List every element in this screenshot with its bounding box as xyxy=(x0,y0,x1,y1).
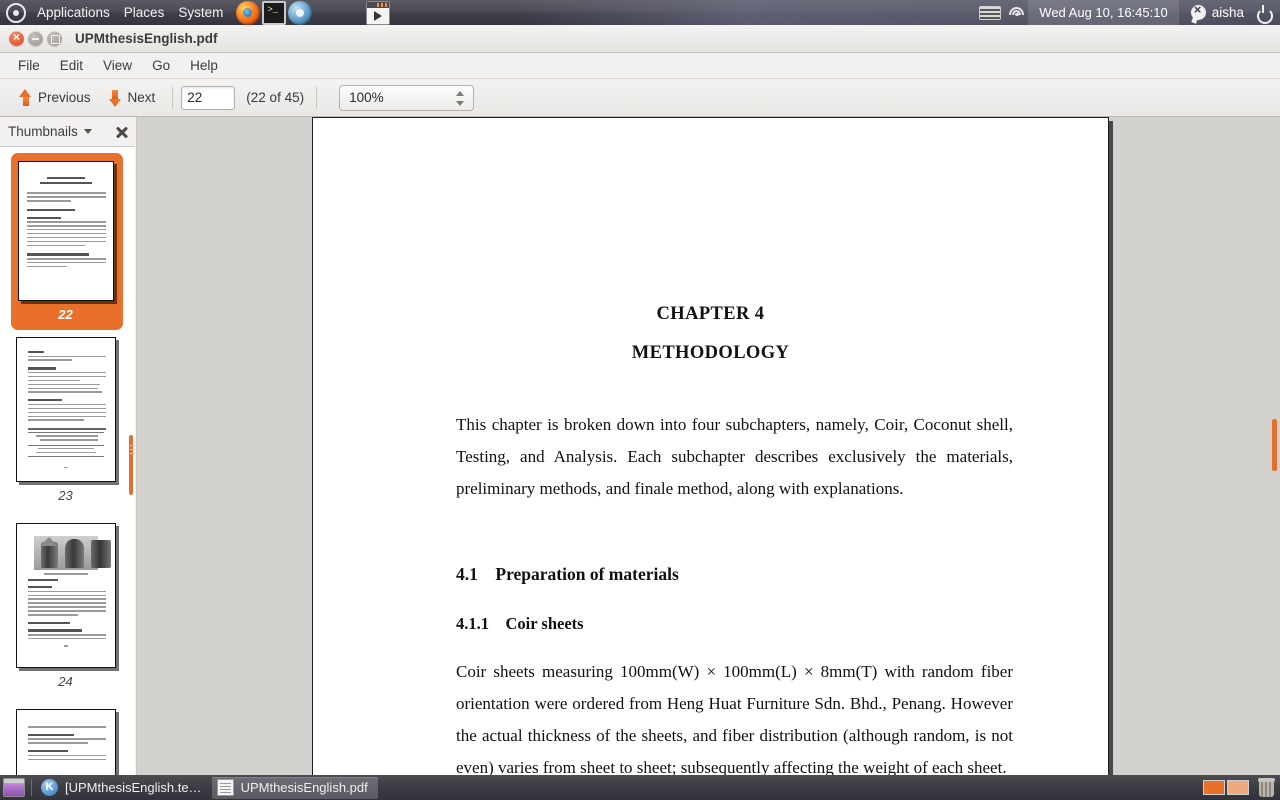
intro-paragraph: This chapter is broken down into four su… xyxy=(456,415,1013,498)
toolbar-separator-2 xyxy=(316,86,318,109)
show-desktop-icon[interactable] xyxy=(3,778,25,797)
chromium-icon[interactable] xyxy=(288,0,313,25)
window-title: UPMthesisEnglish.pdf xyxy=(75,31,218,46)
minimize-window-button[interactable] xyxy=(28,31,43,46)
panel-user-menu[interactable]: aisha xyxy=(1179,2,1252,20)
terminal-icon[interactable] xyxy=(262,0,287,25)
taskbar-item-pdf[interactable]: UPMthesisEnglish.pdf xyxy=(211,776,378,799)
previous-page-label: Previous xyxy=(38,90,91,105)
menu-go[interactable]: Go xyxy=(142,55,180,76)
sidebar-header: Thumbnails xyxy=(0,117,136,146)
menu-view[interactable]: View xyxy=(93,55,142,76)
media-app-icon[interactable] xyxy=(366,0,391,25)
workspace-1[interactable] xyxy=(1203,780,1225,795)
zoom-value-label: 100% xyxy=(349,90,384,105)
thumbnail-page-23[interactable]: 23 xyxy=(0,337,131,503)
power-icon[interactable] xyxy=(1256,4,1273,24)
document-scrollbar[interactable] xyxy=(1272,419,1277,471)
panel-menu-applications[interactable]: Applications xyxy=(30,0,117,25)
thumbnail-page-label: 22 xyxy=(58,307,73,322)
taskbar-separator xyxy=(31,779,32,796)
thumbnail-page-24[interactable]: 24 xyxy=(0,523,131,689)
keyboard-indicator-icon[interactable] xyxy=(979,5,1002,20)
panel-username: aisha xyxy=(1211,5,1244,20)
thumbnail-page-label: 23 xyxy=(58,488,73,503)
toolbar-separator-1 xyxy=(172,86,174,109)
pdf-page-22[interactable]: CHAPTER 4 METHODOLOGY This chapter is br… xyxy=(312,117,1109,775)
taskbar-item-kate[interactable]: [UPMthesisEnglish.te… xyxy=(36,777,212,799)
firefox-icon[interactable] xyxy=(236,0,261,25)
chapter-title: CHAPTER 4 xyxy=(656,304,765,324)
thumbnail-page-label: 24 xyxy=(58,674,73,689)
thumbnail-page-22[interactable]: 22 xyxy=(0,153,131,330)
messaging-icon xyxy=(1190,2,1206,20)
menu-edit[interactable]: Edit xyxy=(50,55,93,76)
workspace-switcher[interactable] xyxy=(1203,780,1249,795)
next-page-button[interactable]: Next xyxy=(100,85,165,111)
kate-icon xyxy=(41,779,58,796)
pdf-viewer-window: UPMthesisEnglish.pdf File Edit View Go H… xyxy=(0,25,1280,775)
next-page-label: Next xyxy=(127,90,156,105)
close-window-button[interactable] xyxy=(9,29,24,46)
thumbnails-sidebar: Thumbnails 22 23 24 xyxy=(0,117,137,775)
menu-file[interactable]: File xyxy=(8,55,50,76)
wifi-icon[interactable] xyxy=(1008,5,1025,20)
maximize-window-button[interactable] xyxy=(47,31,62,46)
sidebar-scrollbar[interactable] xyxy=(129,435,133,495)
ubuntu-logo-icon[interactable] xyxy=(6,2,26,23)
window-body: Thumbnails 22 23 24 CHAPTER 4 METHODOLOG… xyxy=(0,117,1280,775)
panel-clock[interactable]: Wed Aug 10, 16:45:10 xyxy=(1028,0,1179,25)
zoom-spinner-icon[interactable] xyxy=(456,89,465,109)
taskbar-item-label: UPMthesisEnglish.pdf xyxy=(240,780,368,795)
panel-menu-system[interactable]: System xyxy=(171,0,230,25)
page-count-label: (22 of 45) xyxy=(246,90,305,105)
toolbar: Previous Next (22 of 45) 100% xyxy=(0,79,1280,117)
previous-page-button[interactable]: Previous xyxy=(10,85,100,111)
pdf-page-content: CHAPTER 4 METHODOLOGY This chapter is br… xyxy=(313,304,1108,775)
sidebar-title: Thumbnails xyxy=(8,124,78,139)
section-heading-4-1: 4.1 Preparation of materials xyxy=(456,564,679,584)
trash-icon[interactable] xyxy=(1258,778,1275,797)
menubar: File Edit View Go Help xyxy=(0,53,1280,79)
zoom-select[interactable]: 100% xyxy=(339,84,475,111)
subsection-paragraph: Coir sheets measuring 100mm(W) × 100mm(L… xyxy=(456,662,1013,775)
close-sidebar-icon[interactable] xyxy=(114,124,130,140)
subsection-heading-4-1-1: 4.1.1 Coir sheets xyxy=(456,614,584,633)
document-view[interactable]: CHAPTER 4 METHODOLOGY This chapter is br… xyxy=(137,117,1280,775)
thumbnail-page-25[interactable]: 25 xyxy=(0,709,131,775)
panel-menu-places[interactable]: Places xyxy=(117,0,172,25)
chevron-down-icon[interactable] xyxy=(83,129,92,134)
taskbar-item-label: [UPMthesisEnglish.te… xyxy=(65,780,202,795)
pdf-document-icon xyxy=(216,779,234,796)
chapter-subtitle: METHODOLOGY xyxy=(631,343,790,363)
workspace-2[interactable] xyxy=(1227,780,1249,795)
desktop-top-panel: Applications Places System Wed Aug 10, 1… xyxy=(0,0,1280,25)
thumbnail-list[interactable]: 22 23 24 xyxy=(0,146,135,775)
arrow-up-icon xyxy=(19,88,32,107)
arrow-down-icon xyxy=(108,89,122,107)
menu-help[interactable]: Help xyxy=(180,55,228,76)
page-number-input[interactable] xyxy=(181,85,236,110)
window-titlebar: UPMthesisEnglish.pdf xyxy=(0,25,1280,53)
desktop-taskbar: [UPMthesisEnglish.te… UPMthesisEnglish.p… xyxy=(0,775,1280,800)
